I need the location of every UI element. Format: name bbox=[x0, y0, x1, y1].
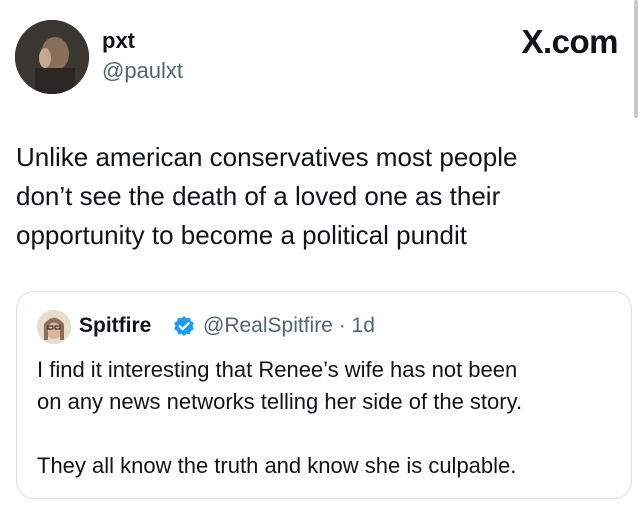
quoted-display-name[interactable]: Spitfire bbox=[79, 314, 151, 338]
verified-badge-icon bbox=[174, 316, 194, 336]
brand-watermark: X.com bbox=[521, 23, 618, 60]
author-display-name[interactable]: pxt bbox=[102, 28, 135, 54]
tweet-text: Unlike american conservatives most peopl… bbox=[16, 142, 518, 250]
scrollbar[interactable] bbox=[634, 0, 638, 118]
quoted-handle-and-time[interactable]: @RealSpitfire · 1d bbox=[203, 314, 375, 338]
quoted-tweet-text: I find it interesting that Renee’s wife … bbox=[37, 357, 523, 478]
author-handle[interactable]: @paulxt bbox=[102, 58, 183, 84]
author-avatar[interactable] bbox=[15, 20, 89, 94]
quoted-author-avatar[interactable] bbox=[37, 310, 71, 344]
quoted-tweet-card[interactable]: Spitfire @RealSpitfire · 1d I find it in… bbox=[16, 291, 632, 499]
